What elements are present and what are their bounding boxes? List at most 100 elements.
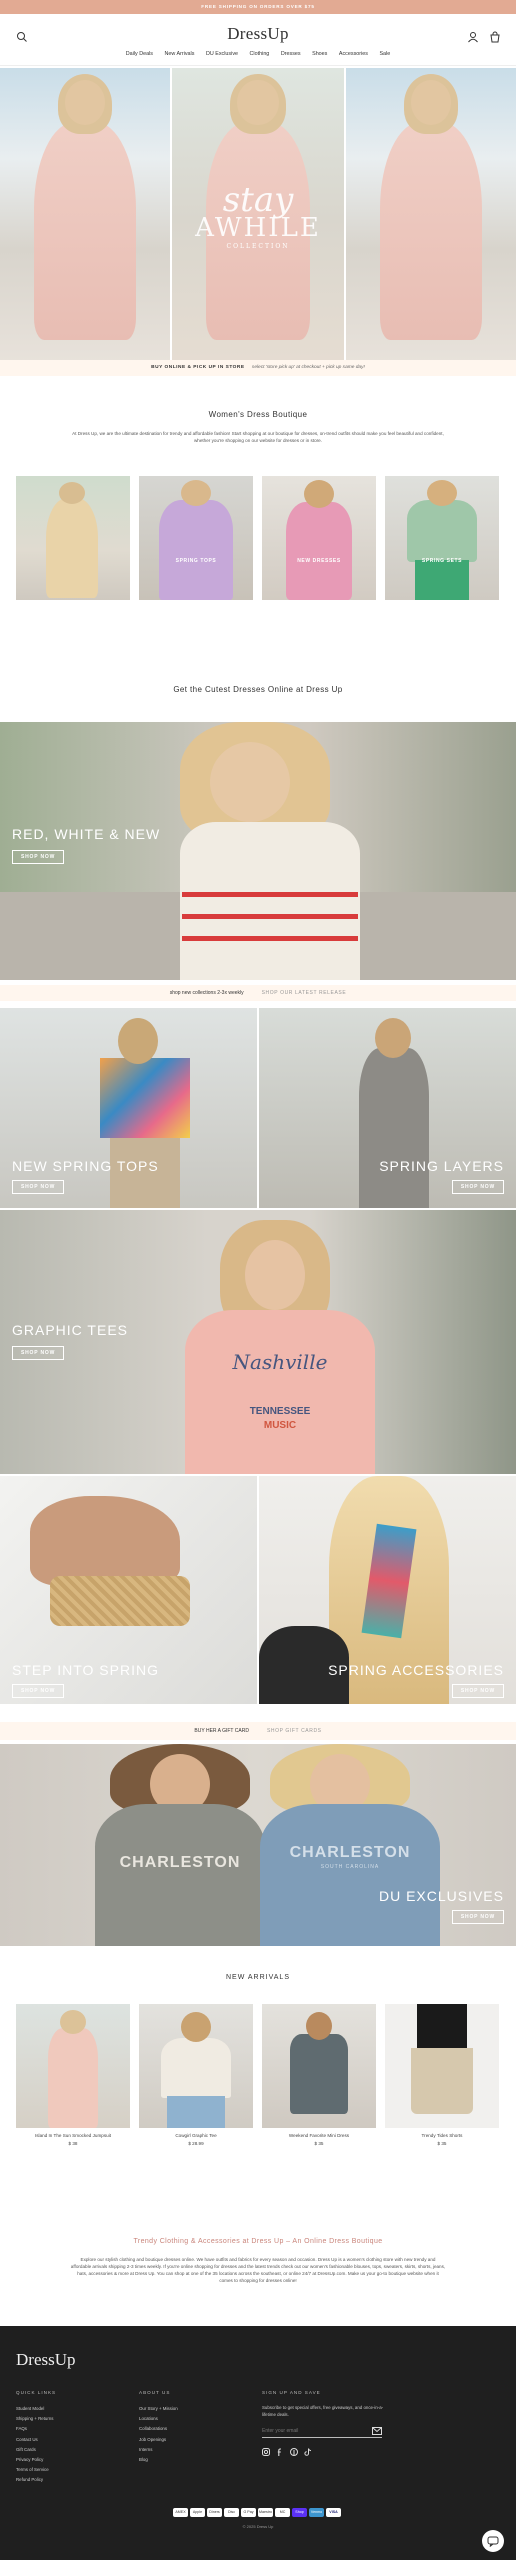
- product-image[interactable]: [262, 2004, 376, 2128]
- pickup-sub: select 'store pick up' at checkout + pic…: [251, 365, 365, 370]
- sweatshirt-text-1: CHARLESTON: [119, 1854, 241, 1871]
- hero-headline: stay AWHILE COLLECTION: [172, 180, 344, 250]
- hero-script: stay: [222, 180, 294, 220]
- chat-button[interactable]: [482, 2530, 504, 2552]
- hero-big: AWHILE: [195, 213, 321, 243]
- product-card[interactable]: Trendy Tides Shorts $ 35: [385, 2004, 499, 2146]
- discover-icon: Disc: [224, 2508, 239, 2517]
- footer-link[interactable]: Terms of Service: [16, 2465, 53, 2475]
- nav-dresses[interactable]: Dresses: [281, 51, 301, 57]
- product-card[interactable]: Cowgirl Graphic Tee $ 28.99: [139, 2004, 253, 2146]
- category-tile-spring-sets[interactable]: SPRING SETS: [385, 476, 499, 600]
- hero-photo-right: [346, 68, 516, 370]
- email-input[interactable]: [262, 2424, 382, 2438]
- category-tile-1[interactable]: [16, 476, 130, 600]
- promo-tile-red-white-new[interactable]: RED, WHITE & NEW SHOP NOW: [0, 722, 516, 980]
- promo-banner[interactable]: FREE SHIPPING ON ORDERS OVER $75: [0, 0, 516, 14]
- nav-sale[interactable]: Sale: [379, 51, 390, 57]
- footer-link[interactable]: Contact Us: [16, 2435, 53, 2445]
- signup-heading: SIGN UP AND SAVE: [262, 2390, 321, 2395]
- quick-links-list: Student Model Shipping + Returns FAQs Co…: [16, 2404, 53, 2486]
- about-links-list: Our Story + Mission Locations Collaborat…: [139, 2404, 178, 2465]
- product-image[interactable]: [139, 2004, 253, 2128]
- about-heading: ABOUT US: [139, 2390, 171, 2395]
- signup-text: Subscribe to get special offers, free gi…: [262, 2405, 384, 2417]
- new-collections-band: shop new collections 2-3x weekly SHOP OUR…: [0, 985, 516, 1001]
- rwb-shop-button[interactable]: SHOP NOW: [12, 850, 65, 864]
- footer-link[interactable]: Blog: [139, 2455, 178, 2465]
- google-pay-icon: G Pay: [241, 2508, 256, 2517]
- site-header: DressUp Daily Deals New Arrivals DU Excl…: [0, 14, 516, 66]
- spring-accessories-title: SPRING ACCESSORIES: [328, 1662, 504, 1678]
- gift-link[interactable]: SHOP GIFT CARDS: [267, 1728, 322, 1734]
- social-icons: [262, 2448, 312, 2456]
- footer-link[interactable]: Student Model: [16, 2404, 53, 2414]
- footer-link[interactable]: Collaborations: [139, 2424, 178, 2434]
- tee-graphic-text-1: Nashville: [232, 1350, 328, 1374]
- footer-logo[interactable]: DressUp: [16, 2350, 76, 2370]
- main-nav: Daily Deals New Arrivals DU Exclusive Cl…: [0, 51, 516, 57]
- product-image[interactable]: [385, 2004, 499, 2128]
- nav-clothing[interactable]: Clothing: [250, 51, 270, 57]
- category-label: SPRING TOPS: [175, 558, 217, 564]
- band-link[interactable]: SHOP OUR LATEST RELEASE: [262, 990, 347, 996]
- pickup-main: BUY ONLINE & PICK UP IN STORE: [151, 365, 245, 370]
- footer-link[interactable]: Gift Cards: [16, 2445, 53, 2455]
- submit-arrow-icon[interactable]: [372, 2427, 382, 2435]
- site-logo[interactable]: DressUp: [0, 24, 516, 44]
- footer-link[interactable]: Job Openings: [139, 2435, 178, 2445]
- nav-du-exclusive[interactable]: DU Exclusive: [206, 51, 238, 57]
- product-card[interactable]: Island In The Sun Smocked Jumpsuit $ 38: [16, 2004, 130, 2146]
- site-footer: DressUp QUICK LINKS Student Model Shippi…: [0, 2326, 516, 2560]
- instagram-icon[interactable]: [262, 2448, 270, 2456]
- promo-tile-du-exclusives[interactable]: CHARLESTON CHARLESTON SOUTH CAROLINA DU …: [0, 1744, 516, 1946]
- promo-tile-spring-layers[interactable]: SPRING LAYERS SHOP NOW: [259, 1008, 516, 1208]
- spring-tops-button[interactable]: SHOP NOW: [12, 1180, 65, 1194]
- product-image[interactable]: [16, 2004, 130, 2128]
- graphic-tees-button[interactable]: SHOP NOW: [12, 1346, 65, 1360]
- promo-tile-spring-accessories[interactable]: SPRING ACCESSORIES SHOP NOW: [259, 1476, 516, 1704]
- product-name[interactable]: Island In The Sun Smocked Jumpsuit: [16, 2133, 130, 2138]
- product-card[interactable]: Weekend Favorite Mini Dress $ 35: [262, 2004, 376, 2146]
- step-into-spring-button[interactable]: SHOP NOW: [12, 1684, 65, 1698]
- category-tile-new-dresses[interactable]: NEW DRESSES: [262, 476, 376, 600]
- pinterest-icon[interactable]: [290, 2448, 298, 2456]
- product-name[interactable]: Weekend Favorite Mini Dress: [262, 2133, 376, 2138]
- nav-daily-deals[interactable]: Daily Deals: [126, 51, 153, 57]
- gift-card-band: BUY HER A GIFT CARD SHOP GIFT CARDS: [0, 1722, 516, 1740]
- visa-icon: VISA: [326, 2508, 341, 2517]
- promo-tile-step-into-spring[interactable]: STEP INTO SPRING SHOP NOW: [0, 1476, 257, 1704]
- product-name[interactable]: Trendy Tides Shorts: [385, 2133, 499, 2138]
- tiktok-icon[interactable]: [304, 2448, 312, 2456]
- step-into-spring-title: STEP INTO SPRING: [12, 1662, 159, 1678]
- nav-new-arrivals[interactable]: New Arrivals: [165, 51, 195, 57]
- footer-link[interactable]: Privacy Policy: [16, 2455, 53, 2465]
- promo-tile-graphic-tees[interactable]: Nashville TENNESSEE MUSIC GRAPHIC TEES S…: [0, 1210, 516, 1474]
- spring-accessories-button[interactable]: SHOP NOW: [451, 1684, 504, 1698]
- nav-accessories[interactable]: Accessories: [339, 51, 368, 57]
- seo-body: Explore our stylish clothing and boutiqu…: [70, 2257, 446, 2283]
- account-icon[interactable]: [467, 31, 479, 43]
- cart-icon[interactable]: [489, 31, 501, 43]
- footer-link[interactable]: Our Story + Mission: [139, 2404, 178, 2414]
- product-name[interactable]: Cowgirl Graphic Tee: [139, 2133, 253, 2138]
- footer-link[interactable]: Locations: [139, 2414, 178, 2424]
- hero-pickup-bar: BUY ONLINE & PICK UP IN STORE select 'st…: [0, 360, 516, 376]
- product-price: $ 28.99: [188, 2141, 204, 2146]
- facebook-icon[interactable]: [276, 2448, 284, 2456]
- du-exclusives-title: DU EXCLUSIVES: [378, 1888, 504, 1904]
- promo-tile-spring-tops[interactable]: NEW SPRING TOPS SHOP NOW: [0, 1008, 257, 1208]
- tee-graphic-text-3: MUSIC: [263, 1420, 297, 1431]
- footer-link[interactable]: FAQs: [16, 2424, 53, 2434]
- spring-layers-button[interactable]: SHOP NOW: [451, 1180, 504, 1194]
- footer-link[interactable]: Interns: [139, 2445, 178, 2455]
- footer-link[interactable]: Refund Policy: [16, 2475, 53, 2485]
- footer-link[interactable]: Shipping + Returns: [16, 2414, 53, 2424]
- nav-shoes[interactable]: Shoes: [312, 51, 327, 57]
- category-tile-spring-tops[interactable]: SPRING TOPS: [139, 476, 253, 600]
- du-exclusives-button[interactable]: SHOP NOW: [451, 1910, 504, 1924]
- diners-icon: Diners: [207, 2508, 222, 2517]
- hero-small: COLLECTION: [226, 243, 290, 250]
- hero-photo-left: [0, 68, 170, 370]
- sweatshirt-text-2: CHARLESTON: [289, 1844, 411, 1861]
